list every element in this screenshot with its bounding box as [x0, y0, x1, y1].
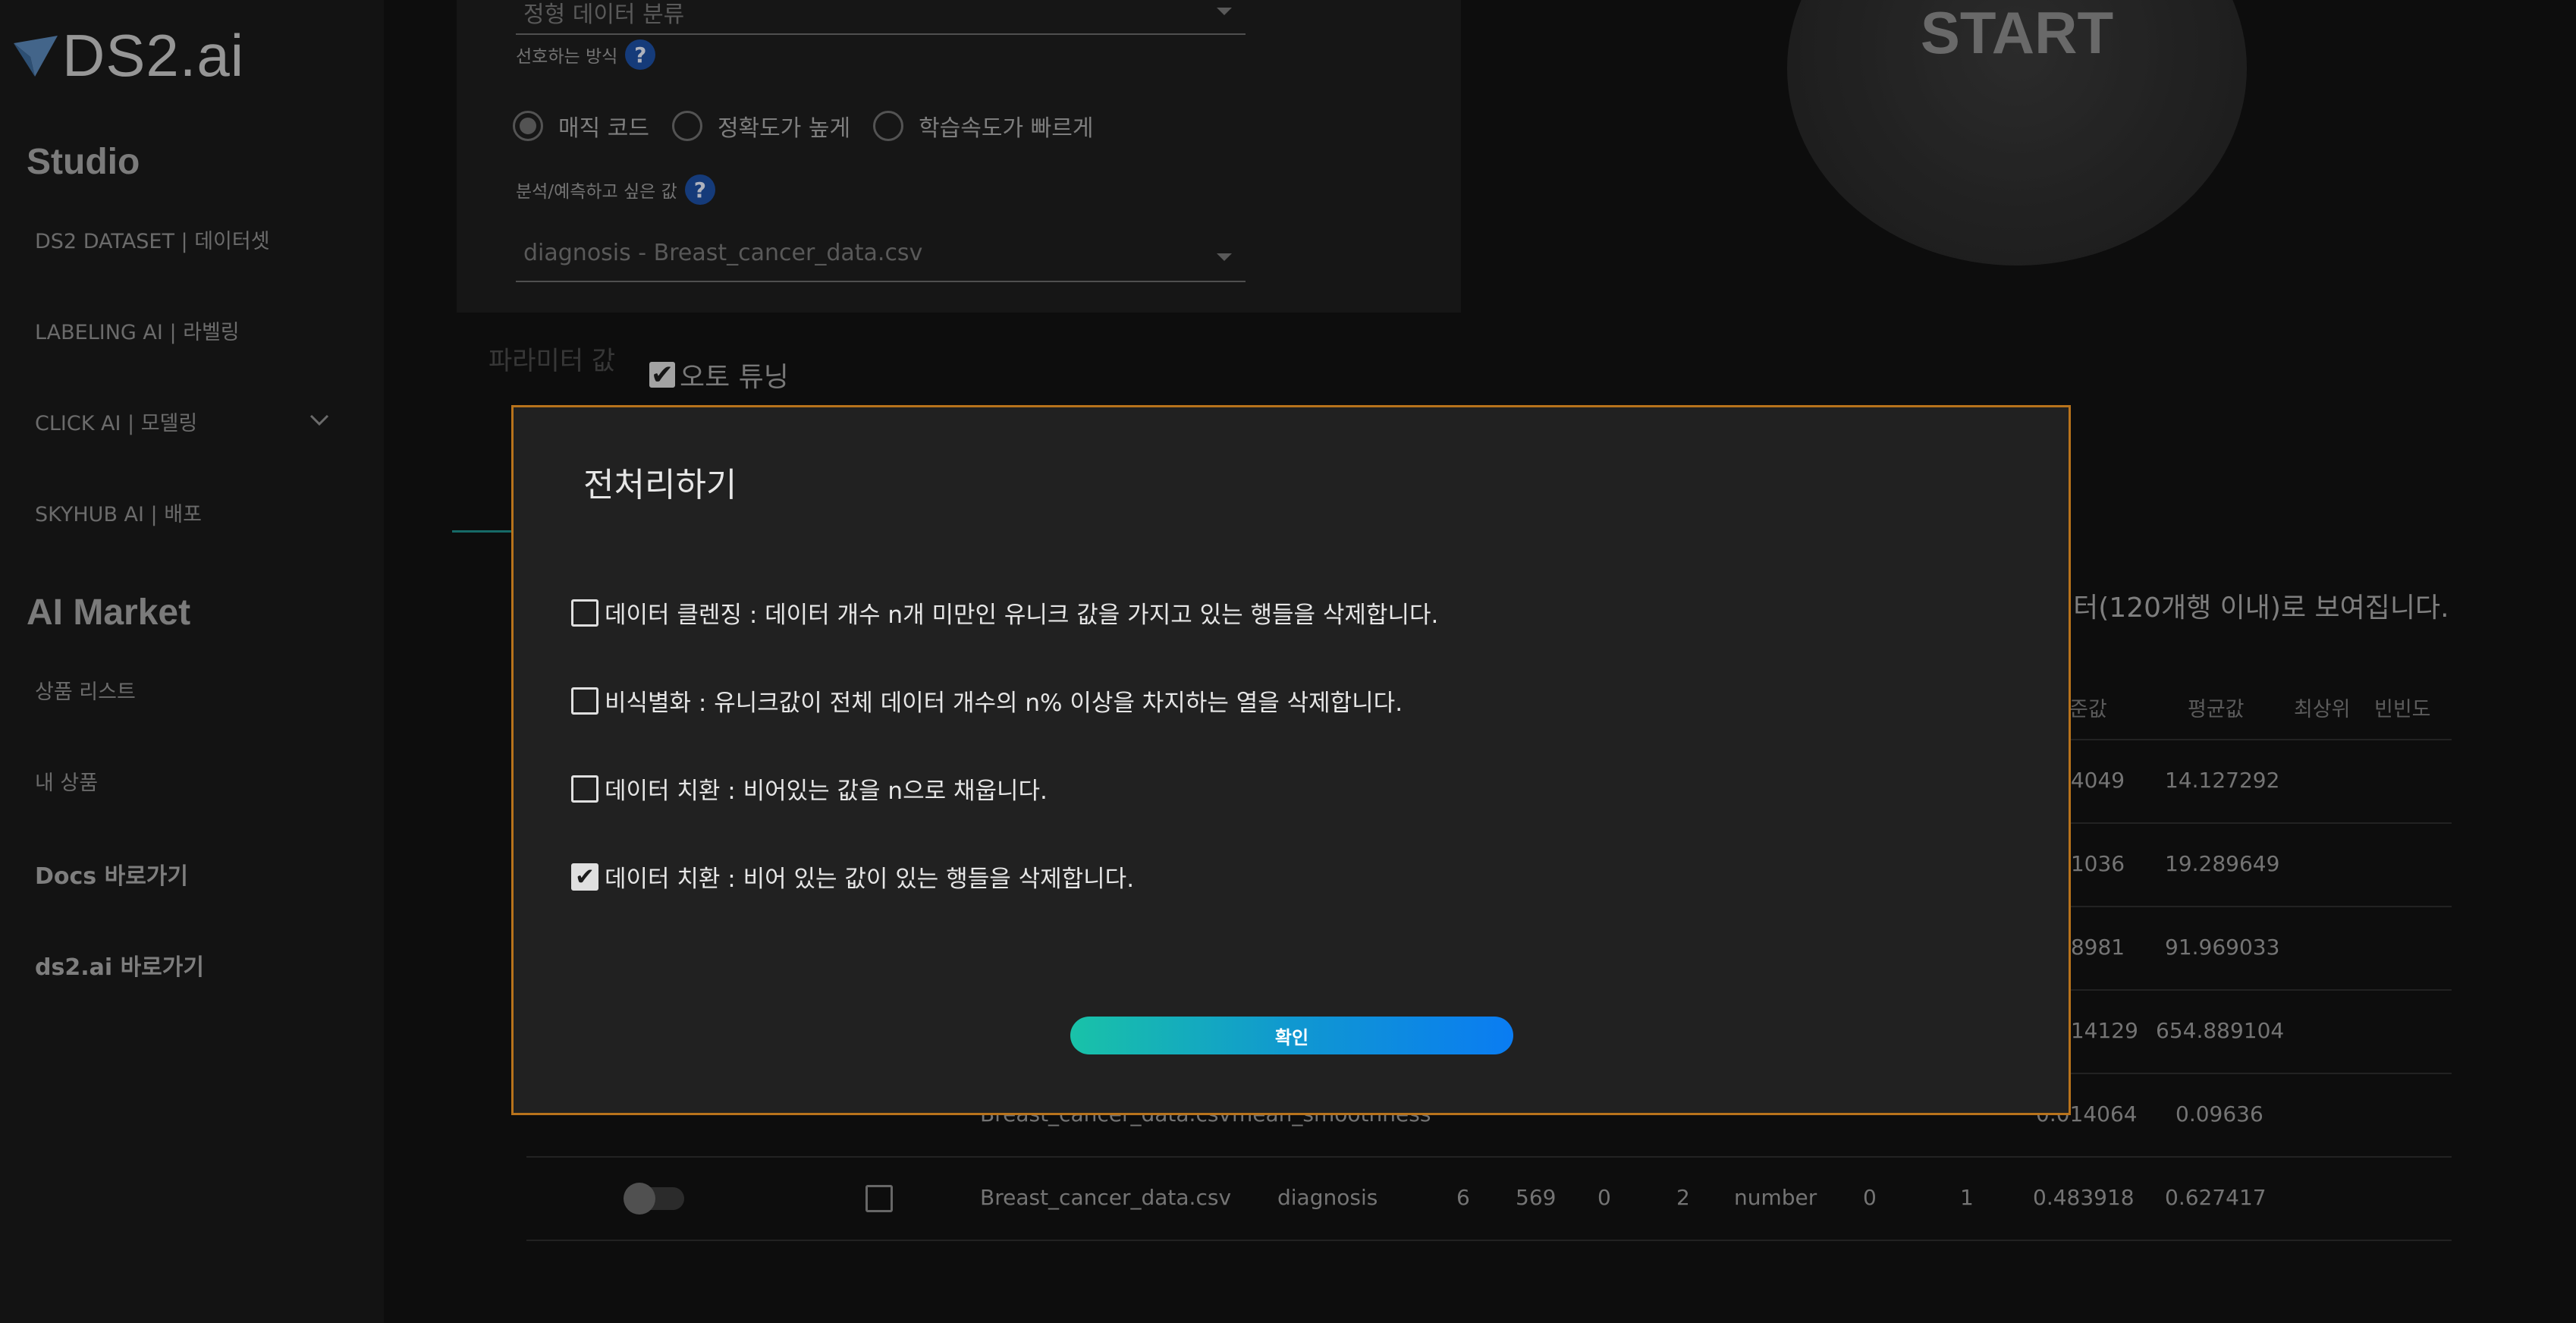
checkbox-unchecked-icon[interactable]: [571, 599, 598, 627]
modal-title: 전처리하기: [583, 466, 737, 504]
option-data-cleansing[interactable]: 데이터 클렌징 : 데이터 개수 n개 미만인 유니크 값을 가지고 있는 행들…: [571, 596, 1438, 630]
option-label: 비식별화 : 유니크값이 전체 데이터 개수의 n% 이상을 차지하는 열을 삭…: [605, 690, 1403, 717]
checkbox-unchecked-icon[interactable]: [571, 687, 598, 715]
option-label: 데이터 치환 : 비어있는 값을 n으로 채웁니다.: [605, 778, 1048, 805]
preprocess-modal: 전처리하기 데이터 클렌징 : 데이터 개수 n개 미만인 유니크 값을 가지고…: [511, 405, 2071, 1115]
checkbox-checked-icon[interactable]: ✔: [571, 863, 598, 891]
option-de-identification[interactable]: 비식별화 : 유니크값이 전체 데이터 개수의 n% 이상을 차지하는 열을 삭…: [571, 683, 1403, 718]
option-label: 데이터 치환 : 비어 있는 값이 있는 행들을 삭제합니다.: [605, 866, 1135, 893]
option-drop-empty-rows[interactable]: ✔ 데이터 치환 : 비어 있는 값이 있는 행들을 삭제합니다.: [571, 859, 1134, 894]
checkbox-unchecked-icon[interactable]: [571, 775, 598, 803]
confirm-button[interactable]: 확인: [1070, 1017, 1513, 1054]
option-label: 데이터 클렌징 : 데이터 개수 n개 미만인 유니크 값을 가지고 있는 행들…: [605, 602, 1439, 629]
option-fill-empty-values[interactable]: 데이터 치환 : 비어있는 값을 n으로 채웁니다.: [571, 771, 1048, 806]
